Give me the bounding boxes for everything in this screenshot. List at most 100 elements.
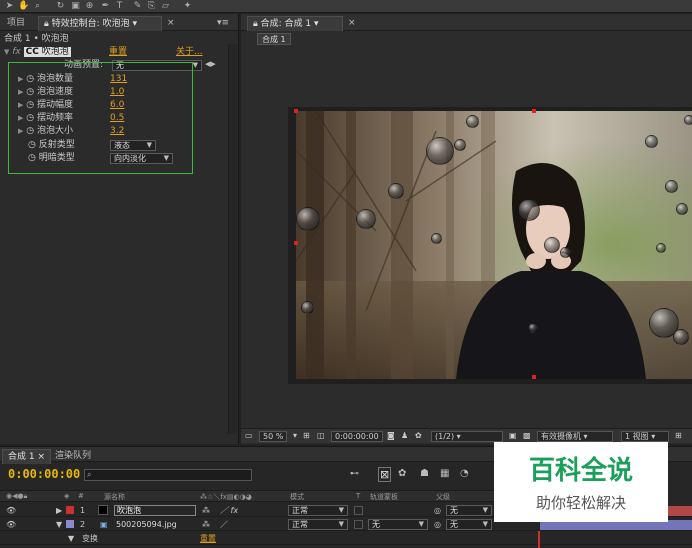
preserve-transparency-checkbox[interactable] xyxy=(354,520,363,529)
shy-switch-icon[interactable]: ⁂ xyxy=(202,518,210,531)
draft-3d-icon[interactable]: ✿ xyxy=(398,468,406,479)
preserve-transparency-checkbox[interactable] xyxy=(354,506,363,515)
mode-header[interactable]: 模式 xyxy=(290,492,304,502)
hide-shy-layers-icon[interactable]: ☗ xyxy=(420,468,429,479)
composition-viewer[interactable] xyxy=(288,107,692,384)
clone-tool-icon[interactable]: ⎘ xyxy=(146,1,157,11)
about-link[interactable]: 关于... xyxy=(176,46,203,59)
roi-icon[interactable]: ▣ xyxy=(509,431,517,442)
brush-tool-icon[interactable]: ✎ xyxy=(132,1,143,11)
layer-handle[interactable] xyxy=(294,109,298,113)
expand-triangle-icon[interactable]: ▶ xyxy=(18,88,23,96)
param-value[interactable]: 0.5 xyxy=(110,112,124,125)
expand-triangle-icon[interactable]: ▶ xyxy=(18,75,23,83)
stopwatch-icon[interactable]: ◷ xyxy=(26,100,34,110)
parent-select[interactable]: 无 ▼ xyxy=(446,519,492,530)
shy-switch-icon[interactable]: ⁂ xyxy=(202,504,210,517)
motion-blur-icon[interactable]: ◔ xyxy=(460,468,469,479)
stopwatch-icon[interactable]: ◷ xyxy=(28,140,36,150)
zoom-select[interactable]: 50 % xyxy=(259,431,288,442)
stopwatch-icon[interactable]: ◷ xyxy=(26,87,34,97)
shading-type-select[interactable]: 向内淡化 ▼ xyxy=(110,153,173,164)
pickwhip-icon[interactable]: ◎ xyxy=(434,518,441,531)
live-update-icon[interactable]: ⊠ xyxy=(378,467,392,482)
tab-composition[interactable]: 🔒︎ 合成: 合成 1 ▾ xyxy=(247,16,343,31)
stopwatch-icon[interactable]: ◷ xyxy=(26,126,34,136)
eraser-tool-icon[interactable]: ▱ xyxy=(160,1,171,11)
layer-name[interactable]: 吹泡泡 xyxy=(114,505,196,516)
timecode-display[interactable]: 0:00:00:00 xyxy=(331,431,383,442)
source-name-header[interactable]: 源名称 xyxy=(104,492,125,502)
param-value[interactable]: 3.2 xyxy=(110,125,124,138)
pen-tool-icon[interactable]: ✒ xyxy=(100,1,111,11)
blend-mode-select[interactable]: 正常 ▼ xyxy=(288,519,348,530)
expand-triangle-icon[interactable]: ▶ xyxy=(18,101,23,109)
fx-icon[interactable]: fx xyxy=(12,47,21,57)
transform-reset-link[interactable]: 重置 xyxy=(200,532,216,545)
layer-handle[interactable] xyxy=(294,241,298,245)
collapse-triangle-icon[interactable]: ▼ xyxy=(56,518,62,531)
pickwhip-icon[interactable]: ◎ xyxy=(434,504,441,517)
selection-tool-icon[interactable]: ➤ xyxy=(4,1,15,11)
reflection-type-select[interactable]: 液态 ▼ xyxy=(110,140,156,151)
label-color-swatch[interactable] xyxy=(66,520,74,528)
chevron-down-icon[interactable]: ▾ xyxy=(132,19,137,29)
layer-search-input[interactable]: ⌕ xyxy=(84,469,252,481)
tab-effect-controls[interactable]: 🔒︎ 特效控制台: 吹泡泡 ▾ xyxy=(38,16,162,31)
comp-mini-flowchart-icon[interactable]: ⊷ xyxy=(350,469,359,479)
chevron-down-icon[interactable]: ▾ xyxy=(314,19,319,29)
param-value[interactable]: 1.0 xyxy=(110,86,124,99)
snapshot-icon[interactable]: ◙ xyxy=(387,431,395,442)
track-matte-select[interactable]: 无 ▼ xyxy=(368,519,428,530)
eye-icon[interactable]: 👁︎ xyxy=(6,518,16,531)
collapse-triangle-icon[interactable]: ▼ xyxy=(4,48,9,56)
expand-triangle-icon[interactable]: ▶ xyxy=(18,127,23,135)
current-time[interactable]: 0:00:00:00 xyxy=(8,467,80,481)
comp-nav-button[interactable]: 合成 1 xyxy=(257,33,291,45)
label-color-swatch[interactable] xyxy=(66,506,74,514)
rotate-tool-icon[interactable]: ↻ xyxy=(55,1,66,11)
stopwatch-icon[interactable]: ◷ xyxy=(26,74,34,84)
current-time-indicator[interactable] xyxy=(538,531,540,548)
vertical-scrollbar[interactable] xyxy=(228,44,237,434)
fx-icon[interactable]: ／ fx xyxy=(220,504,238,517)
text-tool-icon[interactable]: T xyxy=(114,1,125,11)
pan-behind-tool-icon[interactable]: ⊕ xyxy=(84,1,95,11)
camera-select[interactable]: 有效摄像机 ▾ xyxy=(537,431,613,442)
tab-close-button[interactable]: × xyxy=(162,16,180,31)
camera-tool-icon[interactable]: ▣ xyxy=(70,1,81,11)
panel-menu-icon[interactable]: ▾≡ xyxy=(212,16,234,31)
parent-header[interactable]: 父级 xyxy=(436,492,450,502)
always-preview-icon[interactable]: ▭ xyxy=(245,431,253,442)
hand-tool-icon[interactable]: ✋ xyxy=(18,1,29,11)
expand-triangle-icon[interactable]: ▶ xyxy=(56,504,62,517)
zoom-tool-icon[interactable]: ⌕ xyxy=(32,1,43,11)
toggle-pixel-icon[interactable]: ⊞ xyxy=(675,431,682,442)
views-select[interactable]: 1 视图 ▾ xyxy=(621,431,669,442)
chevron-down-icon[interactable]: ▾ xyxy=(293,431,297,442)
show-snapshot-icon[interactable]: ♟ xyxy=(401,431,408,442)
stopwatch-icon[interactable]: ◷ xyxy=(28,153,36,163)
tab-project[interactable]: 项目 xyxy=(2,16,30,31)
layer-name[interactable]: 500205094.jpg xyxy=(116,518,177,531)
param-value[interactable]: 131 xyxy=(110,73,127,86)
quality-switch-icon[interactable]: ／ xyxy=(220,518,228,531)
mask-icon[interactable]: ◫ xyxy=(317,431,325,442)
tab-render-queue[interactable]: 渲染队列 xyxy=(50,449,96,464)
parent-select[interactable]: 无 ▼ xyxy=(446,505,492,516)
frame-blending-icon[interactable]: ▦ xyxy=(440,468,449,479)
tab-timeline-comp[interactable]: 合成 1 × xyxy=(2,449,52,464)
effect-name[interactable]: CC 吹泡泡 xyxy=(23,47,71,57)
tab-close-button[interactable]: × xyxy=(343,16,361,31)
color-channel-icon[interactable]: ✿ xyxy=(415,431,422,442)
eye-icon[interactable]: 👁︎ xyxy=(6,504,16,517)
resolution-select[interactable]: (1/2) ▾ xyxy=(431,431,503,442)
preset-nav-arrows-icon[interactable]: ◀▶ xyxy=(205,60,216,68)
grid-icon[interactable]: ⊞ xyxy=(303,431,310,442)
param-value[interactable]: 6.0 xyxy=(110,99,124,112)
blend-mode-select[interactable]: 正常 ▼ xyxy=(288,505,348,516)
expand-triangle-icon[interactable]: ▶ xyxy=(18,114,23,122)
layer-handle[interactable] xyxy=(532,109,536,113)
reset-link[interactable]: 重置 xyxy=(109,46,127,59)
layer-handle[interactable] xyxy=(532,375,536,379)
